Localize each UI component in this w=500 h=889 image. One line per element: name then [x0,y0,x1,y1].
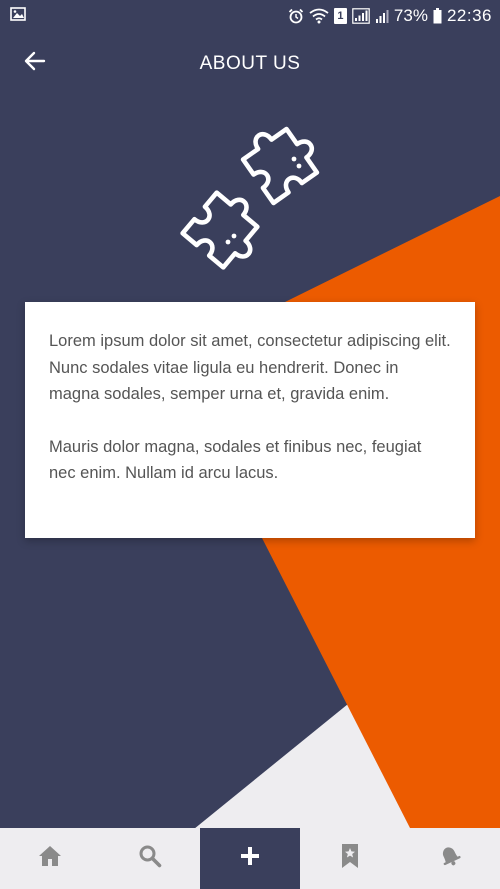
back-button[interactable] [18,46,52,80]
home-icon [38,845,62,872]
bookmark-icon [341,843,359,874]
alarm-icon [288,8,304,24]
nav-item-search[interactable] [100,828,200,889]
sim-icon: 1 [333,8,347,24]
image-notification-icon [10,6,26,27]
status-bar-right: 1 73% 22:36 [288,6,492,26]
about-card: Lorem ipsum dolor sit amet, consectetur … [25,302,475,538]
bell-icon [438,844,462,873]
battery-percent: 73% [393,6,428,25]
plus-icon [240,846,260,871]
status-bar-left [10,6,26,27]
arrow-left-icon [24,51,46,76]
battery-icon [433,8,442,24]
puzzle-pieces-icon [168,116,334,282]
status-time: 22:36 [446,6,492,25]
bottom-navigation [0,828,500,889]
about-paragraph: Lorem ipsum dolor sit amet, consectetur … [49,332,451,403]
status-bar: 1 73% 22:36 [0,0,500,32]
signal-icon [375,8,389,24]
signal-icon [352,8,370,24]
nav-item-home[interactable] [0,828,100,889]
nav-item-add[interactable] [200,828,300,889]
about-paragraph: Mauris dolor magna, sodales et finibus n… [49,437,422,483]
page-title: ABOUT US [199,53,301,74]
search-icon [138,844,162,873]
nav-item-notifications[interactable] [400,828,500,889]
nav-item-bookmarks[interactable] [300,828,400,889]
wifi-icon [309,8,329,24]
app-header: ABOUT US [0,32,500,96]
